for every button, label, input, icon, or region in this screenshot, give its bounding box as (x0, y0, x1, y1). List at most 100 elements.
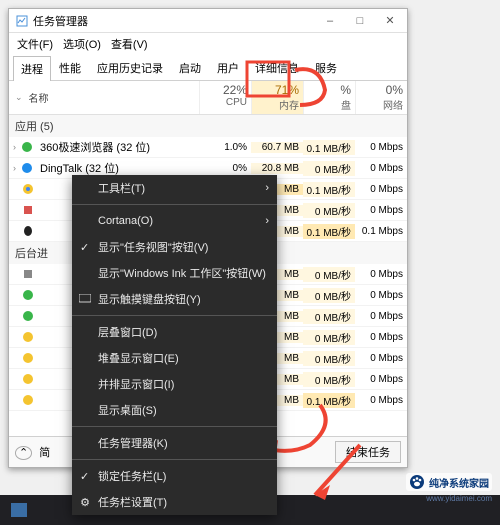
check-icon: ✓ (80, 470, 89, 483)
app-generic-icon (21, 288, 35, 302)
gear-icon: ⚙ (78, 495, 92, 509)
fewer-details[interactable]: ⌃ 简 (15, 444, 50, 460)
process-name: 360极速浏览器 (32 位) (38, 139, 199, 155)
cpu-label: CPU (204, 97, 247, 108)
cell-disk: 0.1 MB/秒 (303, 393, 355, 408)
menu-label: 并排显示窗口(I) (98, 376, 174, 392)
menu-label: 任务栏设置(T) (98, 494, 167, 510)
table-row[interactable]: › 360极速浏览器 (32 位) 1.0% 60.7 MB 0.1 MB/秒 … (9, 137, 407, 158)
app-360-icon (20, 140, 34, 154)
col-name-label: 名称 (29, 90, 49, 105)
watermark: 纯净系统家园 (406, 473, 492, 491)
fewer-details-label: 简 (39, 447, 50, 459)
titlebar[interactable]: 任务管理器 – □ ✕ (9, 9, 407, 33)
cell-net: 0 Mbps (355, 353, 407, 364)
watermark-url: www.yidaimei.com (426, 494, 492, 503)
menu-label: Cortana(O) (98, 215, 153, 227)
cell-disk: 0 MB/秒 (303, 203, 355, 218)
maximize-button[interactable]: □ (345, 11, 375, 31)
separator (72, 459, 277, 460)
app-chrome-icon (21, 182, 35, 196)
menu-show-taskview[interactable]: ✓ 显示"任务视图"按钮(V) (72, 234, 277, 260)
cell-net: 0 Mbps (355, 395, 407, 406)
menu-label: 堆叠显示窗口(E) (98, 350, 179, 366)
menu-options[interactable]: 选项(O) (63, 36, 101, 52)
col-disk[interactable]: % 盘 (303, 81, 355, 114)
app-generic-icon (21, 351, 35, 365)
column-headers: ⌄ 名称 22% CPU 71% 内存 % 盘 0% 网络 (9, 81, 407, 115)
tabbar: 进程 性能 应用历史记录 启动 用户 详细信息 服务 (9, 55, 407, 81)
menu-cortana[interactable]: Cortana(O) › (72, 208, 277, 234)
menu-cascade[interactable]: 层叠窗口(D) (72, 319, 277, 345)
menu-label: 工具栏(T) (98, 180, 145, 196)
menu-label: 锁定任务栏(L) (98, 468, 166, 484)
menu-lock-taskbar[interactable]: ✓ 锁定任务栏(L) (72, 463, 277, 489)
cell-net: 0 Mbps (355, 163, 407, 174)
tab-processes[interactable]: 进程 (13, 56, 51, 81)
cell-disk: 0.1 MB/秒 (303, 224, 355, 239)
tab-startup[interactable]: 启动 (171, 55, 209, 80)
expand-caret-icon: ⌄ (15, 92, 23, 103)
menu-label: 任务管理器(K) (98, 435, 168, 451)
tab-performance[interactable]: 性能 (51, 55, 89, 80)
cell-net: 0 Mbps (355, 205, 407, 216)
chevron-right-icon: › (265, 215, 269, 227)
cell-disk: 0 MB/秒 (303, 351, 355, 366)
cell-net: 0 Mbps (355, 184, 407, 195)
group-apps[interactable]: 应用 (5) (9, 115, 407, 137)
menu-view[interactable]: 查看(V) (111, 36, 148, 52)
tab-details[interactable]: 详细信息 (247, 55, 307, 80)
menu-file[interactable]: 文件(F) (17, 36, 53, 52)
menu-label: 显示触摸键盘按钮(Y) (98, 291, 201, 307)
app-generic-icon (21, 203, 35, 217)
end-task-button[interactable]: 结束任务 (335, 441, 401, 463)
menu-show-desktop[interactable]: 显示桌面(S) (72, 397, 277, 423)
cell-net: 0 Mbps (355, 374, 407, 385)
menu-label: 层叠窗口(D) (98, 324, 157, 340)
menu-toolbars[interactable]: 工具栏(T) › (72, 175, 277, 201)
menu-label: 显示"Windows Ink 工作区"按钮(W) (98, 265, 266, 281)
separator (72, 426, 277, 427)
disk-percent: % (308, 83, 351, 97)
chevron-right-icon: › (13, 142, 16, 152)
minimize-button[interactable]: – (315, 11, 345, 31)
close-button[interactable]: ✕ (375, 11, 405, 31)
cell-net: 0.1 Mbps (355, 226, 407, 237)
col-network[interactable]: 0% 网络 (355, 81, 407, 114)
separator (72, 315, 277, 316)
menu-stacked[interactable]: 堆叠显示窗口(E) (72, 345, 277, 371)
menubar: 文件(F) 选项(O) 查看(V) (9, 33, 407, 55)
separator (72, 204, 277, 205)
cell-disk: 0 MB/秒 (303, 330, 355, 345)
col-memory[interactable]: 71% 内存 (251, 81, 303, 114)
col-cpu[interactable]: 22% CPU (199, 81, 251, 114)
network-percent: 0% (360, 83, 403, 97)
menu-show-touchkb[interactable]: 显示触摸键盘按钮(Y) (72, 286, 277, 312)
tab-apphistory[interactable]: 应用历史记录 (89, 55, 171, 80)
chevron-right-icon: › (13, 163, 16, 173)
memory-label: 内存 (256, 97, 299, 112)
tab-users[interactable]: 用户 (209, 55, 247, 80)
cell-disk: 0 MB/秒 (303, 288, 355, 303)
check-icon: ✓ (80, 241, 89, 254)
cell-disk: 0 MB/秒 (303, 372, 355, 387)
app-dingtalk-icon (20, 161, 34, 175)
menu-taskbar-settings[interactable]: ⚙ 任务栏设置(T) (72, 489, 277, 515)
cell-disk: 0 MB/秒 (303, 161, 355, 176)
memory-percent: 71% (256, 83, 299, 97)
tab-services[interactable]: 服务 (307, 55, 345, 80)
cell-disk: 0 MB/秒 (303, 267, 355, 282)
app-icon (15, 14, 29, 28)
cell-mem: 20.8 MB (251, 163, 303, 174)
menu-show-ink[interactable]: 显示"Windows Ink 工作区"按钮(W) (72, 260, 277, 286)
network-label: 网络 (360, 97, 403, 112)
paw-icon (409, 474, 425, 490)
taskbar-app-icon[interactable] (6, 499, 32, 521)
cpu-percent: 22% (204, 83, 247, 97)
app-generic-icon (21, 267, 35, 281)
col-name[interactable]: ⌄ 名称 (9, 81, 199, 114)
menu-task-manager[interactable]: 任务管理器(K) (72, 430, 277, 456)
menu-sidebyside[interactable]: 并排显示窗口(I) (72, 371, 277, 397)
taskbar-context-menu: 工具栏(T) › Cortana(O) › ✓ 显示"任务视图"按钮(V) 显示… (72, 175, 277, 515)
cell-cpu: 1.0% (199, 142, 251, 153)
